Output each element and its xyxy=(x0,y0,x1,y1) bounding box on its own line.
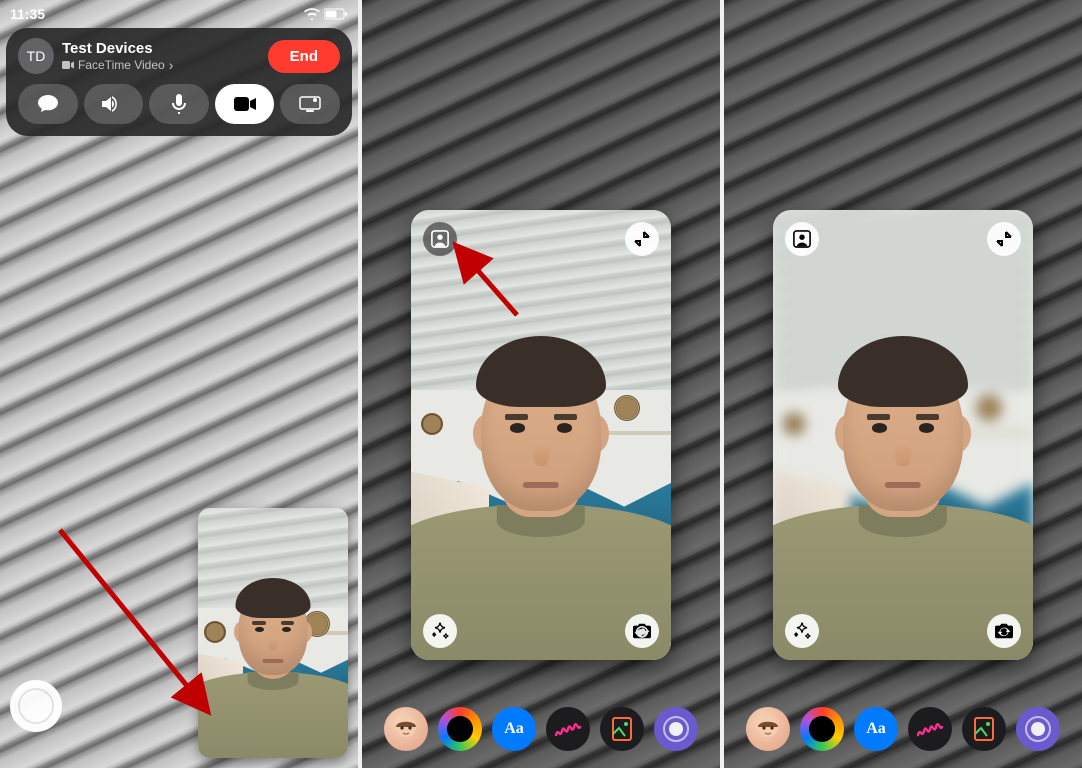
effect-shapes-scribble[interactable] xyxy=(546,707,590,751)
effects-button[interactable] xyxy=(423,614,457,648)
portrait-icon xyxy=(793,230,811,248)
portrait-mode-button-active[interactable] xyxy=(785,222,819,256)
screen-share-icon xyxy=(299,96,321,112)
caller-avatar[interactable]: TD xyxy=(18,38,54,74)
effect-more-apps[interactable] xyxy=(1016,707,1060,751)
memoji-icon xyxy=(390,713,422,745)
effect-memoji[interactable] xyxy=(384,707,428,751)
status-time: 11:35 xyxy=(10,6,45,22)
microphone-icon xyxy=(172,94,186,114)
screenshot-panel-3: Aa xyxy=(724,0,1082,768)
self-view-video xyxy=(773,210,1033,660)
shrink-icon xyxy=(634,231,650,247)
call-controls-card: TD Test Devices FaceTime Video › End xyxy=(6,28,352,136)
effects-button[interactable] xyxy=(785,614,819,648)
memoji-icon xyxy=(752,713,784,745)
flip-camera-button[interactable] xyxy=(987,614,1021,648)
effects-tray: Aa xyxy=(724,702,1082,756)
effect-filters[interactable] xyxy=(438,707,482,751)
effect-shapes-scribble[interactable] xyxy=(908,707,952,751)
self-view-video xyxy=(411,210,671,660)
effect-memoji[interactable] xyxy=(746,707,790,751)
speaker-button[interactable] xyxy=(84,84,144,124)
video-camera-icon xyxy=(234,97,256,111)
effect-text[interactable]: Aa xyxy=(854,707,898,751)
battery-icon xyxy=(324,8,348,20)
effect-stickers[interactable] xyxy=(600,707,644,751)
portrait-mode-button[interactable] xyxy=(423,222,457,256)
effect-text[interactable]: Aa xyxy=(492,707,536,751)
message-button[interactable] xyxy=(18,84,78,124)
effect-stickers[interactable] xyxy=(962,707,1006,751)
live-photo-shutter-button[interactable] xyxy=(10,680,62,732)
shrink-pip-button[interactable] xyxy=(625,222,659,256)
effect-filters[interactable] xyxy=(800,707,844,751)
self-view-expanded-portrait[interactable] xyxy=(773,210,1033,660)
video-icon xyxy=(62,61,74,69)
call-header: TD Test Devices FaceTime Video › End xyxy=(18,38,340,74)
sticker-icon xyxy=(611,716,633,742)
message-icon xyxy=(38,95,58,113)
shrink-icon xyxy=(996,231,1012,247)
star-effects-icon xyxy=(792,621,812,641)
self-view-expanded[interactable] xyxy=(411,210,671,660)
effect-more-apps[interactable] xyxy=(654,707,698,751)
portrait-icon xyxy=(431,230,449,248)
sticker-icon xyxy=(973,716,995,742)
screenshot-panel-1: 11:35 TD Test Devices FaceTime Video › E… xyxy=(0,0,358,768)
end-call-button[interactable]: End xyxy=(268,40,340,73)
status-icons xyxy=(304,8,348,20)
wifi-icon xyxy=(304,8,320,20)
mute-button[interactable] xyxy=(149,84,209,124)
speaker-icon xyxy=(102,95,124,113)
self-view-video xyxy=(198,508,348,758)
shrink-pip-button[interactable] xyxy=(987,222,1021,256)
flip-camera-icon xyxy=(995,623,1013,639)
clips-icon xyxy=(662,715,690,743)
camera-toggle-button[interactable] xyxy=(215,84,275,124)
effects-tray: Aa xyxy=(362,702,720,756)
star-effects-icon xyxy=(430,621,450,641)
call-info[interactable]: Test Devices FaceTime Video › xyxy=(62,40,260,73)
flip-camera-button[interactable] xyxy=(625,614,659,648)
caller-name: Test Devices xyxy=(62,40,260,57)
call-controls-row xyxy=(18,84,340,124)
call-subtitle: FaceTime Video › xyxy=(62,57,260,73)
status-bar: 11:35 xyxy=(0,0,358,28)
screen-share-button[interactable] xyxy=(280,84,340,124)
scribble-icon xyxy=(916,719,944,739)
chevron-right-icon: › xyxy=(169,57,174,73)
scribble-icon xyxy=(554,719,582,739)
screenshot-panel-2: Aa xyxy=(362,0,720,768)
flip-camera-icon xyxy=(633,623,651,639)
clips-icon xyxy=(1024,715,1052,743)
self-view-pip[interactable] xyxy=(198,508,348,758)
